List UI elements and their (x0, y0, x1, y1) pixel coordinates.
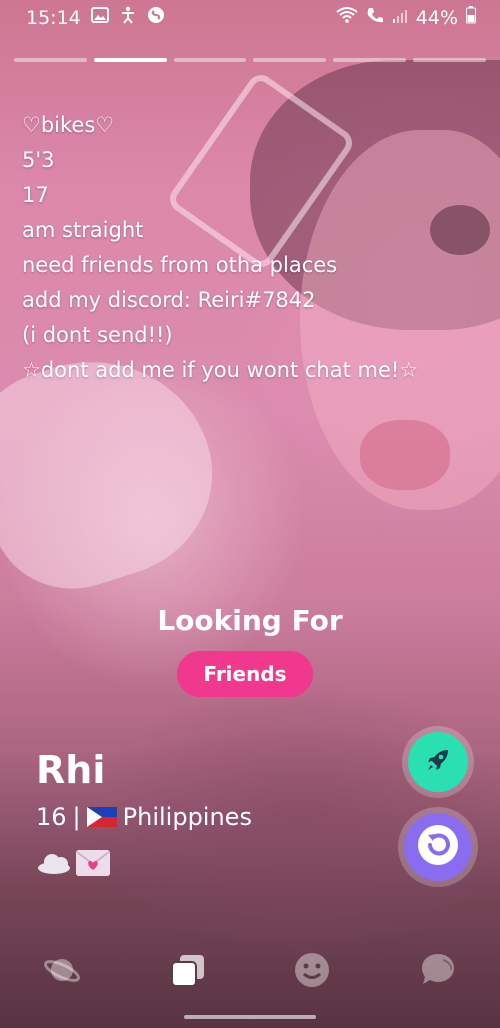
discover-planet-icon[interactable] (42, 950, 82, 990)
bio-line: 5'3 (22, 148, 55, 172)
philippines-flag-icon (86, 807, 117, 827)
shazam-icon (147, 6, 165, 30)
smiley-icon[interactable] (292, 950, 332, 990)
progress-segment[interactable] (333, 58, 407, 62)
profile-name: Rhi (36, 748, 106, 792)
profile-card-screen[interactable]: 15:14 44% ♡bikes♡ 5'3 17 am straight nee… (0, 0, 500, 1028)
profile-age: 16 (36, 803, 67, 831)
love-letter-icon (76, 850, 110, 876)
progress-segment[interactable] (253, 58, 327, 62)
meta-separator: | (72, 803, 81, 831)
bio-line: 17 (22, 183, 49, 207)
progress-segment[interactable] (413, 58, 486, 62)
looking-for-pill: Friends (177, 651, 313, 697)
battery-icon (466, 6, 476, 29)
accessibility-icon (119, 6, 137, 30)
boost-rocket-button[interactable] (408, 732, 468, 792)
rocket-icon (424, 746, 452, 778)
profile-country: Philippines (122, 803, 252, 831)
photo-progress-bar (14, 58, 486, 62)
bio-line: ☆dont add me if you wont chat me!☆ (22, 358, 419, 382)
profile-badges (36, 850, 110, 876)
battery-percent: 44% (415, 6, 458, 29)
status-bar: 15:14 44% (0, 0, 500, 36)
bio-line: am straight (22, 218, 144, 242)
wifi-icon (336, 6, 358, 29)
image-icon (90, 7, 109, 29)
bio-line: (i dont send!!) (22, 323, 173, 347)
bio-line: ♡bikes♡ (22, 113, 115, 137)
progress-segment[interactable] (173, 58, 247, 62)
progress-segment-active[interactable] (93, 58, 167, 62)
home-indicator[interactable] (184, 1015, 316, 1019)
rewind-icon (417, 824, 459, 870)
wifi-calling-icon (366, 6, 384, 29)
cloud-icon (36, 850, 72, 876)
clock: 15:14 (26, 7, 81, 29)
chat-bubble-icon[interactable] (418, 950, 458, 990)
profile-meta: 16 | Philippines (36, 803, 252, 831)
signal-icon (392, 7, 408, 29)
bio-text: ♡bikes♡ 5'3 17 am straight need friends … (22, 108, 482, 388)
bio-line: need friends from otha places (22, 253, 338, 277)
progress-segment[interactable] (14, 58, 87, 62)
bio-line: add my discord: Reiri#7842 (22, 288, 316, 312)
rewind-button[interactable] (404, 813, 472, 881)
cards-icon[interactable] (168, 950, 208, 990)
looking-for-title: Looking For (157, 604, 343, 637)
